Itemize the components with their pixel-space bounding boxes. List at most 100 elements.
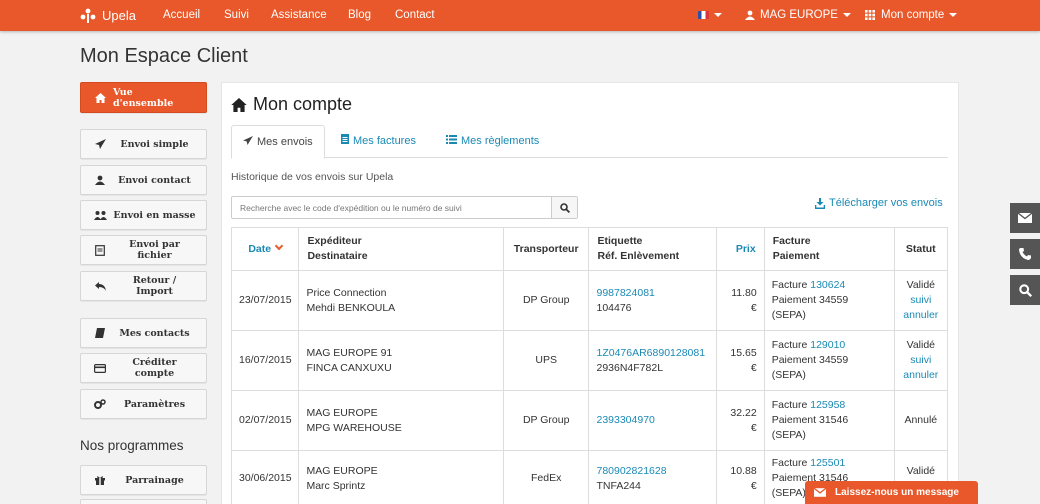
- nav-accueil[interactable]: Accueil: [163, 0, 200, 31]
- sidebar-item-envoi-contact[interactable]: Envoi contact: [80, 165, 207, 195]
- col-date-label: Date: [248, 242, 272, 255]
- recipient: MPG WAREHOUSE: [306, 421, 402, 434]
- user-icon: [93, 175, 107, 185]
- brand[interactable]: Upela: [80, 0, 136, 31]
- cell-sender-recipient: MAG EUROPE MPG WAREHOUSE: [298, 390, 504, 451]
- cell-label-ref: 780902821628 TNFA244: [588, 450, 718, 504]
- float-email-button[interactable]: [1010, 203, 1040, 233]
- nav-suivi[interactable]: Suivi: [224, 0, 249, 31]
- tracking-link[interactable]: 9987824081: [596, 287, 654, 299]
- search-button[interactable]: [551, 197, 577, 218]
- col-price[interactable]: Prix: [716, 227, 765, 271]
- suivi-link[interactable]: suivi: [910, 354, 931, 366]
- leave-message-button[interactable]: Laissez-nous un message: [805, 481, 978, 504]
- cell-carrier: FedEx: [502, 450, 590, 504]
- status-text: Validé: [906, 279, 936, 291]
- download-label: Télécharger vos envois: [829, 197, 943, 209]
- tracking-link[interactable]: 1Z0476AR6890128081: [596, 347, 705, 359]
- sidebar-item-next[interactable]: [80, 499, 207, 504]
- nav-assistance[interactable]: Assistance: [271, 0, 327, 31]
- sidebar-item-envoi-simple[interactable]: Envoi simple: [80, 129, 207, 159]
- invoice-link[interactable]: 125958: [810, 399, 845, 411]
- cell-carrier: DP Group: [502, 270, 590, 331]
- sidebar-item-label: Paramètres: [123, 398, 186, 410]
- payment-method: (SEPA): [771, 487, 806, 499]
- credit-card-icon: [93, 363, 107, 373]
- tab-bar: Mes envois Mes factures Mes règlements: [231, 125, 948, 159]
- file-text-icon: [341, 126, 349, 158]
- cell-date: 02/07/2015: [230, 390, 300, 451]
- col-recipient-label: Destinataire: [307, 250, 368, 262]
- invoice-prefix: Facture: [771, 399, 808, 411]
- col-payment-label: Paiement: [772, 250, 820, 262]
- reply-icon: [93, 281, 107, 291]
- cell-date: 30/06/2015: [230, 450, 300, 504]
- sidebar-item-overview[interactable]: Vue d'ensemble: [80, 82, 207, 113]
- invoice-link[interactable]: 125501: [810, 457, 845, 469]
- col-sender-label: Expéditeur: [307, 235, 362, 247]
- language-dropdown[interactable]: [698, 0, 722, 31]
- sidebar-item-crediter[interactable]: Créditer compte: [80, 353, 207, 383]
- sidebar-item-contacts[interactable]: Mes contacts: [80, 318, 207, 348]
- sender: MAG EUROPE 91: [306, 346, 393, 359]
- user-icon: [745, 10, 755, 20]
- search-input[interactable]: [232, 197, 552, 218]
- annuler-link[interactable]: annuler: [903, 309, 938, 321]
- cell-price: 11.80 €: [716, 270, 765, 331]
- account-dropdown[interactable]: Mon compte: [865, 0, 958, 31]
- tracking-link[interactable]: 2393304970: [596, 414, 654, 426]
- payment: Paiement 34559: [771, 354, 849, 366]
- sidebar-item-retour-import[interactable]: Retour / Import: [80, 271, 207, 301]
- float-phone-button[interactable]: [1010, 239, 1040, 269]
- invoice-link[interactable]: 129010: [810, 339, 845, 351]
- sidebar-item-parrainage[interactable]: Parrainage: [80, 465, 207, 495]
- col-ref-label: Réf. Enlèvement: [597, 250, 680, 262]
- cell-date: 16/07/2015: [230, 330, 300, 391]
- suivi-link[interactable]: suivi: [910, 294, 931, 306]
- annuler-link[interactable]: annuler: [903, 369, 938, 381]
- col-date[interactable]: Date: [230, 227, 300, 271]
- nav-contact[interactable]: Contact: [395, 0, 435, 31]
- envelope-icon: [1018, 213, 1032, 223]
- nav-blog[interactable]: Blog: [348, 0, 371, 31]
- recipient: Marc Sprintz: [306, 479, 366, 492]
- sidebar-item-label: Envoi simple: [120, 138, 189, 150]
- list-icon: [446, 126, 457, 158]
- search-box: [231, 196, 578, 219]
- tab-mes-envois[interactable]: Mes envois: [231, 125, 325, 159]
- tracking-link[interactable]: 780902821628: [596, 465, 666, 477]
- invoice-link[interactable]: 130624: [810, 279, 845, 291]
- cell-price: 15.65 €: [716, 330, 765, 391]
- cell-sender-recipient: MAG EUROPE 91 FINCA CANXUXU: [298, 330, 504, 391]
- cell-price: 10.88 €: [716, 450, 765, 504]
- sidebar-item-parametres[interactable]: Paramètres: [80, 389, 207, 419]
- col-carrier: Transporteur: [502, 227, 590, 271]
- user-dropdown[interactable]: MAG EUROPE: [745, 0, 851, 31]
- recipient: FINCA CANXUXU: [306, 361, 392, 374]
- leave-message-label: Laissez-nous un message: [835, 487, 959, 498]
- tab-label: Mes règlements: [461, 135, 540, 147]
- cell-sender-recipient: MAG EUROPE Marc Sprintz: [298, 450, 504, 504]
- download-shipments-link[interactable]: Télécharger vos envois: [815, 197, 943, 209]
- cell-label-ref: 9987824081 104476: [588, 270, 718, 331]
- sidebar-item-label: Retour / Import: [132, 275, 177, 297]
- status-text: Annulé: [904, 414, 938, 426]
- pickup-ref: TNFA244: [596, 479, 641, 492]
- paper-plane-icon: [93, 139, 107, 149]
- float-search-button[interactable]: [1010, 275, 1040, 305]
- sidebar-item-label: Mes contacts: [119, 327, 190, 339]
- search-icon: [1018, 283, 1032, 297]
- col-status: Statut: [893, 227, 949, 271]
- cell-status: Annulé: [893, 390, 949, 451]
- cell-status: Validé suivi annuler: [893, 270, 949, 331]
- tab-mes-reglements[interactable]: Mes règlements: [435, 125, 550, 158]
- history-label: Historique de vos envois sur Upela: [231, 171, 394, 183]
- sidebar-item-envoi-masse[interactable]: Envoi en masse: [80, 200, 207, 230]
- caret-down-icon: [842, 12, 851, 17]
- panel-title-text: Mon compte: [253, 94, 353, 114]
- tab-mes-factures[interactable]: Mes factures: [330, 125, 427, 158]
- recipient: Mehdi BENKOULA: [306, 301, 396, 314]
- col-sender-recipient: Expéditeur Destinataire: [298, 227, 504, 271]
- sender: MAG EUROPE: [306, 464, 378, 477]
- sidebar-item-envoi-fichier[interactable]: Envoi par fichier: [80, 235, 207, 265]
